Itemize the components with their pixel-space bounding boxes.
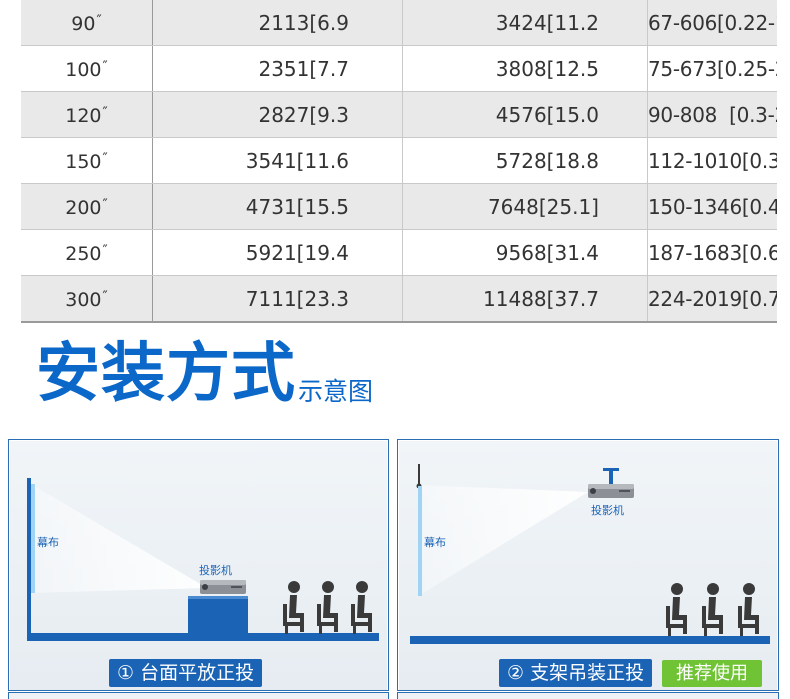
value-cell: 4576[15.0	[402, 91, 648, 138]
install-caption: ① 台面平放正投	[109, 659, 263, 687]
ceiling-mount	[609, 470, 613, 484]
value-cell: 90-808 [0.3-2.65]	[647, 91, 777, 138]
floor	[410, 636, 770, 644]
install-panel-ceiling: 幕布 投影机 ② 支架吊装正投 推荐使用	[397, 439, 779, 691]
recommended-badge: 推荐使用	[662, 660, 762, 687]
table-row: 200″ 4731[15.5 7648[25.1] 150-1346[0.49-…	[21, 183, 777, 230]
value-cell: 75-673[0.25-2.21]	[647, 45, 777, 92]
value-cell: 9568[31.4	[402, 229, 648, 276]
next-panels-edge	[0, 692, 790, 699]
screen-surface	[418, 486, 422, 596]
screen	[27, 478, 31, 633]
value-cell: 3808[12.5	[402, 45, 648, 92]
section-title: 安装方式	[36, 337, 296, 411]
value-cell: 5728[18.8	[402, 137, 648, 184]
size-cell: 200″	[21, 183, 153, 230]
screen-hanger	[418, 464, 420, 486]
value-cell: 5921[19.4	[152, 229, 403, 276]
value-cell: 11488[37.7	[402, 275, 648, 323]
value-cell: 187-1683[0.61-5.52]	[647, 229, 777, 276]
section-subtitle: 示意图	[298, 377, 374, 406]
value-cell: 7111[23.3	[152, 275, 403, 323]
value-cell: 112-1010[0.37-3.31]	[647, 137, 777, 184]
value-cell: 224-2019[0.73-6.62]	[647, 275, 777, 323]
size-cell: 100″	[21, 45, 153, 92]
spec-table: 90″ 2113[6.9 3424[11.2 67-606[0.22-1.99]…	[21, 0, 777, 323]
table-row: 150″ 3541[11.6 5728[18.8 112-1010[0.37-3…	[21, 137, 777, 184]
tabletop-diagram: 幕布 投影机	[27, 478, 379, 641]
audience-icons	[283, 581, 372, 634]
value-cell: 150-1346[0.49-4.42]	[647, 183, 777, 230]
size-cell: 250″	[21, 229, 153, 276]
value-cell: 2827[9.3	[152, 91, 403, 138]
size-cell: 90″	[21, 0, 153, 46]
table-row: 250″ 5921[19.4 9568[31.4 187-1683[0.61-5…	[21, 229, 777, 276]
projector-label: 投影机	[199, 563, 232, 577]
value-cell: 4731[15.5	[152, 183, 403, 230]
screen-label: 幕布	[37, 535, 59, 549]
projector-icon	[588, 484, 634, 498]
value-cell: 7648[25.1]	[402, 183, 648, 230]
ceiling-mount-base	[603, 468, 619, 471]
screen-label: 幕布	[424, 535, 446, 549]
floor	[27, 633, 379, 641]
table-row: 90″ 2113[6.9 3424[11.2 67-606[0.22-1.99]	[21, 0, 777, 46]
ceiling-diagram: 幕布 投影机	[410, 464, 770, 644]
value-cell: 67-606[0.22-1.99]	[647, 0, 777, 46]
install-panel-tabletop: 幕布 投影机 ① 台面平放正投	[8, 439, 389, 691]
screen-surface	[31, 484, 35, 593]
value-cell: 3541[11.6	[152, 137, 403, 184]
projector-table	[188, 596, 248, 634]
value-cell: 2351[7.7	[152, 45, 403, 92]
value-cell: 2113[6.9	[152, 0, 403, 46]
audience-icons	[666, 583, 759, 636]
table-row: 120″ 2827[9.3 4576[15.0 90-808 [0.3-2.65…	[21, 91, 777, 138]
section-heading: 安装方式示意图	[36, 334, 373, 414]
size-cell: 120″	[21, 91, 153, 138]
install-caption: ② 支架吊装正投	[499, 659, 653, 687]
value-cell: 3424[11.2	[402, 0, 648, 46]
projector-table-top	[188, 596, 248, 599]
size-cell: 300″	[21, 275, 153, 323]
table-row: 300″ 7111[23.3 11488[37.7 224-2019[0.73-…	[21, 275, 777, 323]
projector-label: 投影机	[591, 503, 624, 517]
size-cell: 150″	[21, 137, 153, 184]
projector-icon	[200, 580, 246, 594]
table-row: 100″ 2351[7.7 3808[12.5 75-673[0.25-2.21…	[21, 45, 777, 92]
